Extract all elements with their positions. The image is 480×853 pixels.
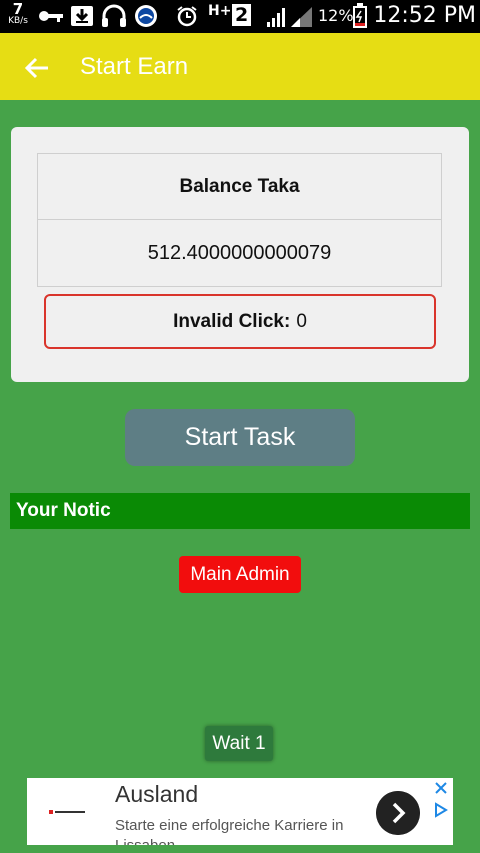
signal-icon [267, 8, 285, 27]
alarm-icon [177, 6, 197, 27]
signal-icon-2 [291, 7, 312, 27]
notice-header: Your Notic [10, 493, 470, 529]
key-icon [39, 11, 63, 22]
arrow-right-icon[interactable] [376, 791, 420, 835]
app-icon [135, 5, 157, 27]
battery-percent: 12% [318, 6, 354, 25]
status-bar: 7 KB/s H+ 2 12% 12:52 PM [0, 0, 480, 33]
balance-card: Balance Taka 512.4000000000079 Invalid C… [11, 127, 469, 382]
invalid-click-label: Invalid Click: [173, 310, 291, 332]
sim-slot: 2 [232, 4, 252, 26]
network-speed: 7 KB/s [4, 2, 32, 26]
toolbar: Start Earn [0, 33, 480, 100]
ad-subtitle[interactable]: Starte eine erfolgreiche Karriere in Lis… [115, 816, 375, 845]
close-icon[interactable] [433, 780, 449, 796]
download-icon [71, 6, 93, 26]
invalid-click-box: Invalid Click: 0 [44, 294, 436, 349]
network-type: H+ [208, 3, 232, 19]
battery-icon [353, 3, 367, 28]
ad-banner[interactable]: Ausland Starte eine erfolgreiche Karrier… [27, 778, 453, 845]
network-speed-unit: KB/s [8, 16, 28, 26]
ad-logo [49, 808, 87, 818]
start-task-button[interactable]: Start Task [125, 409, 355, 466]
network-speed-value: 7 [12, 0, 24, 18]
adchoices-icon[interactable] [433, 802, 449, 818]
balance-value: 512.4000000000079 [147, 242, 332, 264]
back-arrow-icon[interactable] [22, 53, 52, 83]
wait-button[interactable]: Wait 1 [205, 726, 273, 761]
main-admin-button[interactable]: Main Admin [179, 556, 301, 593]
clock: 12:52 PM [373, 3, 476, 28]
ad-logo-mark [49, 810, 85, 814]
balance-label: Balance Taka [38, 154, 441, 220]
ad-title[interactable]: Ausland [115, 781, 198, 808]
headphones-icon [102, 4, 126, 27]
page-title: Start Earn [80, 53, 189, 80]
balance-table: Balance Taka 512.4000000000079 [37, 153, 442, 287]
invalid-click-value: 0 [296, 310, 307, 332]
